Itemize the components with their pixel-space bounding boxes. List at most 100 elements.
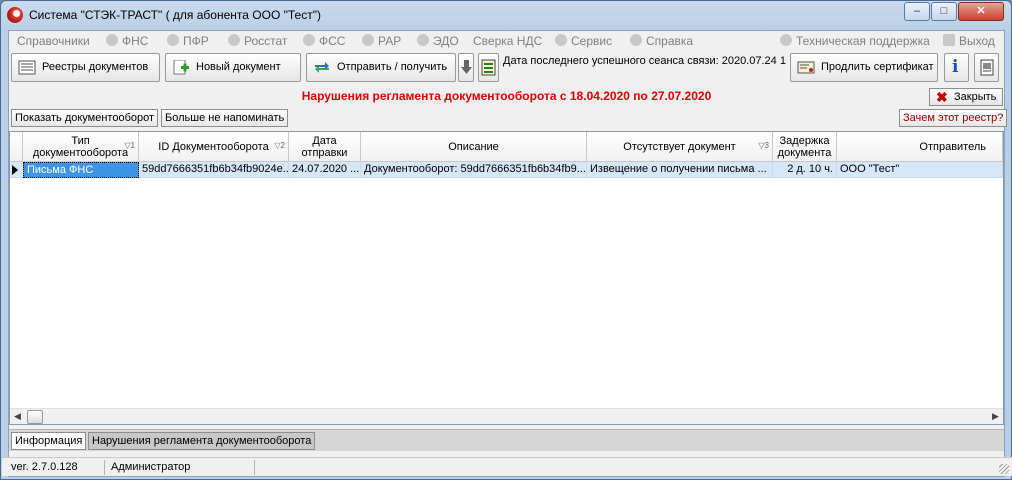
- close-registry-label: Закрыть: [954, 91, 997, 103]
- client-area: Справочники ФНС ПФР Росстат ФСС РАР ЭДО …: [2, 30, 1012, 477]
- sort-indicator-icon: ▽3: [758, 141, 769, 150]
- violations-banner: Нарушения регламента документооборота с …: [9, 85, 1004, 107]
- download-arrow-button[interactable]: [458, 53, 474, 82]
- archive-icon: [481, 59, 496, 76]
- menu-support-label: Техническая поддержка: [796, 34, 930, 48]
- new-document-button[interactable]: Новый документ: [165, 53, 301, 82]
- menu-bar: Справочники ФНС ПФР Росстат ФСС РАР ЭДО …: [9, 31, 1004, 51]
- horizontal-scrollbar[interactable]: ◀ ▶: [10, 408, 1003, 424]
- info-icon: i: [952, 57, 959, 77]
- column-header-delay-label: Задержка документа: [777, 134, 832, 159]
- edo-icon: [417, 34, 429, 46]
- renew-certificate-button[interactable]: Продлить сертификат: [790, 53, 938, 82]
- send-receive-button[interactable]: Отправить / получить: [306, 53, 456, 82]
- column-header-missing-doc-label: Отсутствует документ: [623, 140, 736, 153]
- tab-information[interactable]: Информация: [11, 432, 87, 450]
- minimize-button[interactable]: ‒: [904, 2, 930, 21]
- cell-date[interactable]: 24.07.2020 ...: [289, 162, 361, 178]
- column-header-delay[interactable]: Задержка документа: [773, 132, 837, 162]
- status-bar: ver. 2.7.0.128 Администратор: [2, 457, 1012, 476]
- column-header-id[interactable]: ID Документооборота ▽2: [139, 132, 289, 162]
- cell-delay[interactable]: 2 д. 10 ч.: [773, 162, 837, 178]
- renew-certificate-label: Продлить сертификат: [821, 61, 934, 73]
- menu-help[interactable]: Справка: [630, 33, 693, 49]
- fss-icon: [303, 34, 315, 46]
- column-header-description-label: Описание: [448, 140, 499, 153]
- menu-rar[interactable]: РАР: [362, 33, 401, 49]
- exit-icon: [943, 34, 955, 46]
- menu-service[interactable]: Сервис: [555, 33, 612, 49]
- sort-indicator-icon: ▽1: [124, 141, 135, 150]
- registries-button[interactable]: Реестры документов: [11, 53, 160, 82]
- menu-exit[interactable]: Выход: [943, 33, 995, 49]
- close-registry-button[interactable]: ✖ Закрыть: [929, 88, 1003, 106]
- violations-table[interactable]: Тип документооборота ▽1 ID Документооборо…: [9, 131, 1004, 425]
- new-document-label: Новый документ: [196, 61, 281, 73]
- menu-rosstat[interactable]: Росстат: [228, 33, 287, 49]
- sort-indicator-icon: ▽2: [274, 141, 285, 150]
- close-window-button[interactable]: ✕: [958, 2, 1004, 21]
- last-session-text: Дата последнего успешного сеанса связи: …: [503, 55, 786, 67]
- menu-fss[interactable]: ФСС: [303, 33, 345, 49]
- app-logo-icon: [7, 7, 23, 23]
- menu-service-label: Сервис: [571, 34, 613, 48]
- column-header-type-label: Тип документооборота: [32, 134, 129, 159]
- column-header-sender[interactable]: Отправитель: [837, 132, 1003, 162]
- cell-sender[interactable]: ООО "Тест": [837, 162, 1003, 178]
- why-registry-button[interactable]: Зачем этот реестр?: [899, 109, 1008, 127]
- menu-fns-label: ФНС: [122, 34, 149, 48]
- menu-fns[interactable]: ФНС: [106, 33, 148, 49]
- menu-support[interactable]: Техническая поддержка: [780, 33, 930, 49]
- column-header-date[interactable]: Дата отправки: [289, 132, 361, 162]
- tab-violations[interactable]: Нарушения регламента документооборота: [88, 432, 316, 450]
- user-label: Администратор: [107, 460, 255, 475]
- certificate-icon: [797, 61, 815, 74]
- menu-directories[interactable]: Справочники: [17, 33, 90, 49]
- menu-pfr[interactable]: ПФР: [167, 33, 209, 49]
- window-title: Система "СТЭК-ТРАСТ" ( для абонента ООО …: [29, 8, 321, 22]
- current-row-icon: [12, 165, 18, 175]
- menu-pfr-label: ПФР: [183, 34, 209, 48]
- info-button[interactable]: i: [944, 53, 969, 82]
- row-indicator-header: [10, 132, 23, 162]
- column-header-description[interactable]: Описание: [361, 132, 587, 162]
- show-docflow-button[interactable]: Показать документооборот: [11, 109, 159, 127]
- help-icon: [630, 34, 642, 46]
- column-header-type[interactable]: Тип документооборота ▽1: [23, 132, 139, 162]
- table-row[interactable]: Письма ФНС 59dd7666351fb6b34fb9024e... 2…: [10, 162, 1003, 178]
- archive-button[interactable]: [478, 53, 499, 82]
- scroll-thumb[interactable]: [27, 410, 43, 424]
- resize-grip-icon[interactable]: [999, 464, 1009, 474]
- new-document-icon: [173, 60, 189, 75]
- menu-exit-label: Выход: [959, 34, 995, 48]
- document-view-button[interactable]: [974, 53, 999, 82]
- cell-type[interactable]: Письма ФНС: [23, 162, 139, 178]
- menu-help-label: Справка: [646, 34, 694, 48]
- scroll-right-icon[interactable]: ▶: [992, 411, 999, 422]
- cell-description[interactable]: Документооборот: 59dd7666351fb6b34fb9...: [361, 162, 587, 178]
- cell-missing-doc[interactable]: Извещение о получении письма ...: [587, 162, 773, 178]
- menu-edo[interactable]: ЭДО: [417, 33, 459, 49]
- scroll-left-icon[interactable]: ◀: [14, 411, 21, 422]
- arrow-down-icon: [461, 60, 472, 74]
- title-bar[interactable]: Система "СТЭК-ТРАСТ" ( для абонента ООО …: [1, 1, 1011, 29]
- no-remind-button[interactable]: Больше не напоминать: [161, 109, 289, 127]
- app-window: Система "СТЭК-ТРАСТ" ( для абонента ООО …: [0, 0, 1012, 480]
- send-receive-label: Отправить / получить: [337, 61, 448, 73]
- column-header-date-label: Дата отправки: [301, 134, 348, 159]
- column-header-sender-label: Отправитель: [919, 140, 986, 153]
- document-icon: [980, 59, 994, 76]
- registry-icon: [18, 60, 36, 75]
- gear-icon: [555, 34, 567, 46]
- column-header-id-label: ID Документооборота: [158, 140, 269, 153]
- version-label: ver. 2.7.0.128: [7, 460, 105, 475]
- menu-rosstat-label: Росстат: [244, 34, 288, 48]
- fns-icon: [106, 34, 118, 46]
- menu-vat-reconciliation[interactable]: Сверка НДС: [473, 33, 542, 49]
- cell-id[interactable]: 59dd7666351fb6b34fb9024e...: [139, 162, 289, 178]
- menu-fss-label: ФСС: [319, 34, 346, 48]
- maximize-button[interactable]: □: [931, 2, 957, 21]
- column-header-missing-doc[interactable]: Отсутствует документ ▽3: [587, 132, 773, 162]
- menu-rar-label: РАР: [378, 34, 402, 48]
- rar-icon: [362, 34, 374, 46]
